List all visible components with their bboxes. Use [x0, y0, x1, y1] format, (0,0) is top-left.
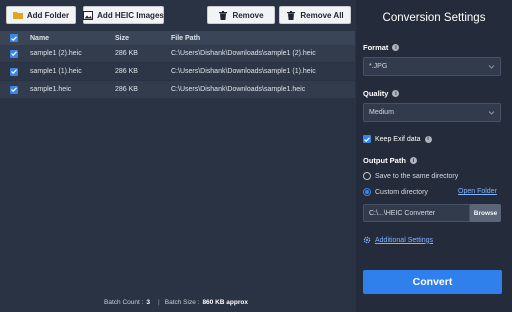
open-folder-link[interactable]: Open Folder: [458, 188, 497, 195]
row-checkbox[interactable]: [10, 49, 18, 58]
format-label: Format: [363, 43, 389, 52]
output-path-label: Output Path: [363, 156, 406, 165]
additional-settings-link[interactable]: Additional Settings: [363, 236, 433, 244]
chevron-down-icon: [488, 65, 495, 69]
keep-exif-checkbox[interactable]: [363, 135, 371, 143]
remove-all-label: Remove All: [300, 10, 344, 20]
settings-pane: Conversion Settings Format i *.JPG Quali…: [356, 0, 512, 312]
header-name[interactable]: Name: [28, 35, 115, 42]
table-row[interactable]: sample1.heic 286 KB C:\Users\Dishank\Dow…: [0, 81, 355, 99]
custom-directory-option[interactable]: Custom directory: [363, 188, 428, 196]
remove-label: Remove: [232, 10, 264, 20]
save-same-directory-option[interactable]: Save to the same directory: [363, 172, 458, 180]
row-path: C:\Users\Dishank\Downloads\sample1 (1).h…: [171, 68, 316, 75]
trash-icon: [286, 10, 296, 20]
row-path: C:\Users\Dishank\Downloads\sample1 (2).h…: [171, 50, 316, 57]
save-same-radio[interactable]: [363, 172, 371, 180]
gear-icon: [363, 236, 371, 244]
row-name: sample1.heic: [30, 86, 72, 93]
browse-button[interactable]: Browse: [470, 204, 501, 222]
separator: |: [158, 298, 160, 306]
row-checkbox[interactable]: [10, 85, 18, 94]
folder-icon: [12, 10, 23, 20]
batch-count-label: Batch Count :: [104, 298, 144, 306]
convert-button[interactable]: Convert: [363, 270, 502, 294]
quality-label-row: Quality i: [363, 89, 400, 98]
table-row[interactable]: sample1 (1).heic 286 KB C:\Users\Dishank…: [0, 63, 355, 81]
add-folder-label: Add Folder: [26, 10, 70, 20]
select-all-checkbox[interactable]: [10, 34, 18, 42]
format-select[interactable]: *.JPG: [363, 57, 501, 76]
toolbar: Add Folder Add HEIC Images Remove Remove…: [0, 0, 355, 28]
trash-icon: [218, 10, 228, 20]
info-icon[interactable]: i: [392, 90, 400, 97]
row-size: 286 KB: [115, 68, 138, 75]
row-name: sample1 (1).heic: [30, 68, 82, 75]
info-icon[interactable]: i: [424, 135, 432, 143]
output-path-label-row: Output Path i: [363, 156, 417, 165]
file-list-pane: Add Folder Add HEIC Images Remove Remove…: [0, 0, 355, 312]
output-path-field[interactable]: C:\...\HEIC Converter: [363, 204, 470, 222]
quality-select[interactable]: Medium: [363, 103, 501, 122]
quality-label: Quality: [363, 89, 389, 98]
output-path-value: C:\...\HEIC Converter: [369, 209, 436, 217]
settings-title: Conversion Settings: [382, 12, 486, 24]
keep-exif-checkbox-row[interactable]: Keep Exif data i: [363, 135, 432, 143]
custom-directory-radio[interactable]: [363, 188, 371, 196]
table-header: Name Size File Path: [0, 31, 355, 45]
check-icon: [11, 69, 17, 74]
keep-exif-label: Keep Exif data: [375, 135, 421, 143]
header-path[interactable]: File Path: [171, 35, 355, 42]
check-icon: [11, 51, 17, 56]
row-checkbox[interactable]: [10, 67, 18, 76]
add-heic-images-button[interactable]: Add HEIC Images: [83, 6, 164, 24]
check-icon: [11, 87, 17, 92]
row-path: C:\Users\Dishank\Downloads\sample1.heic: [171, 86, 306, 93]
table-row[interactable]: sample1 (2).heic 286 KB C:\Users\Dishank…: [0, 45, 355, 63]
batch-size-label: Batch Size :: [164, 298, 200, 306]
image-icon: [83, 10, 94, 20]
file-table: Name Size File Path sample1 (2).heic 286…: [0, 31, 355, 99]
remove-button[interactable]: Remove: [207, 6, 275, 24]
row-size: 286 KB: [115, 50, 138, 57]
chevron-down-icon: [488, 111, 495, 115]
row-size: 286 KB: [115, 86, 138, 93]
batch-count-value: 3: [146, 298, 151, 306]
quality-value: Medium: [369, 109, 394, 116]
format-value: *.JPG: [369, 63, 388, 70]
check-icon: [11, 35, 17, 41]
custom-directory-label: Custom directory: [375, 188, 428, 196]
batch-size-value: 860 KB approx: [202, 298, 248, 306]
header-size[interactable]: Size: [115, 35, 171, 42]
info-icon[interactable]: i: [409, 157, 417, 164]
info-icon[interactable]: i: [392, 44, 400, 51]
additional-settings-label: Additional Settings: [375, 236, 433, 244]
add-heic-images-label: Add HEIC Images: [97, 10, 164, 20]
add-folder-button[interactable]: Add Folder: [6, 6, 76, 24]
select-all-checkbox-cell[interactable]: [0, 34, 28, 42]
row-name: sample1 (2).heic: [30, 50, 82, 57]
format-label-row: Format i: [363, 43, 400, 52]
batch-status-bar: Batch Count : 3 | Batch Size : 860 KB ap…: [0, 292, 355, 312]
save-same-label: Save to the same directory: [375, 172, 459, 180]
remove-all-button[interactable]: Remove All: [279, 6, 351, 24]
check-icon: [364, 136, 370, 142]
